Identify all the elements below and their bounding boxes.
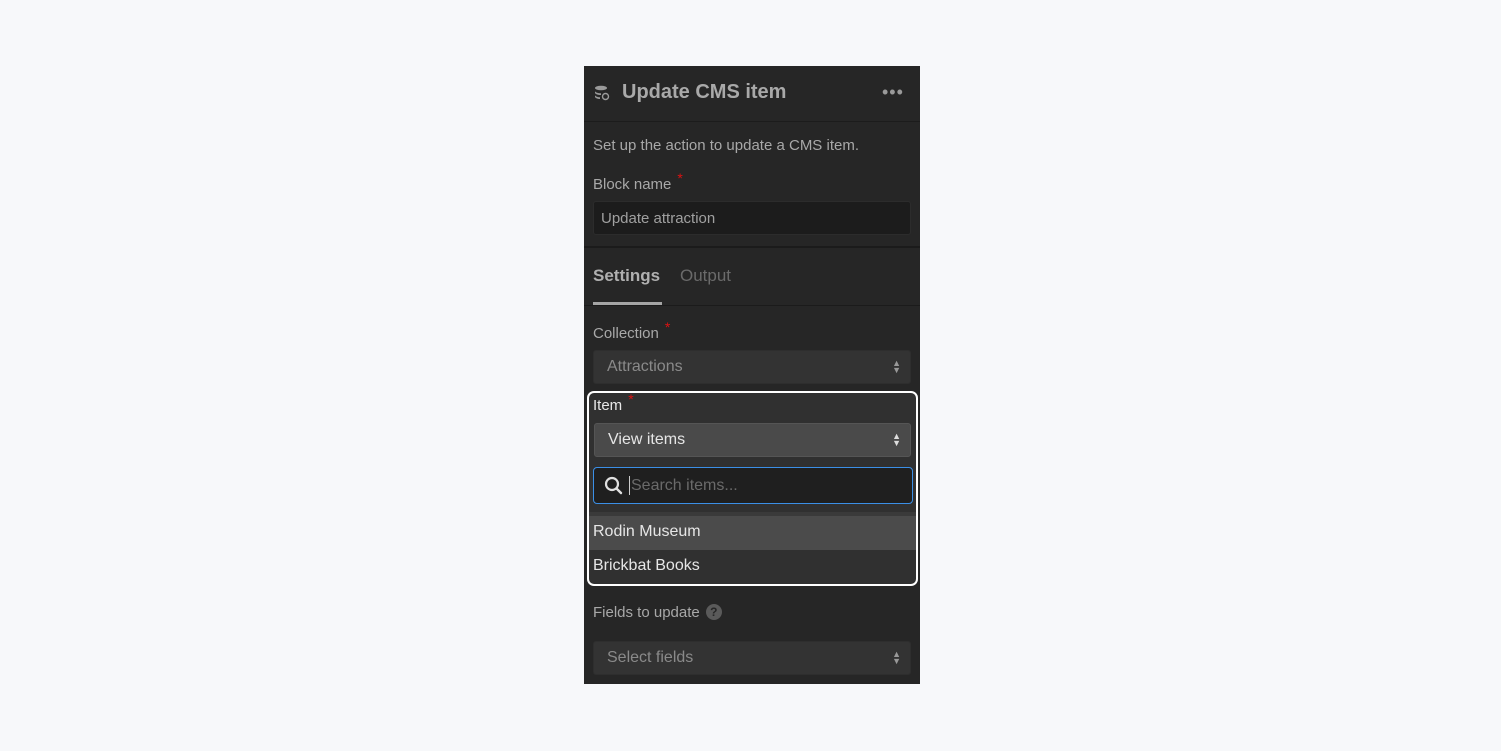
help-icon[interactable]: ?	[705, 604, 722, 620]
chevron-up-down-icon: ▲ ▼	[892, 649, 901, 666]
collection-label: Collection *	[593, 319, 670, 342]
tab-output[interactable]: Output	[680, 266, 731, 286]
item-label: Item *	[593, 393, 634, 414]
item-select[interactable]: View items ▲ ▼	[594, 423, 911, 457]
item-field-highlight: Item * View items ▲ ▼ Search items... Rodin…	[587, 391, 918, 586]
list-item[interactable]: Brickbat Books	[589, 550, 916, 584]
select-value: Select fields	[607, 649, 694, 666]
label-text: Item	[593, 397, 623, 414]
list-item[interactable]: Rodin Museum	[589, 516, 916, 550]
panel-header: Update CMS item •••	[584, 66, 920, 122]
panel-title: Update CMS item	[622, 81, 787, 103]
select-value: Attractions	[607, 358, 683, 375]
divider	[584, 246, 920, 248]
divider	[584, 305, 920, 306]
required-marker: *	[628, 391, 634, 407]
required-marker: *	[677, 170, 683, 186]
block-name-input[interactable]: Update attraction	[593, 201, 911, 235]
update-cms-item-panel: Update CMS item ••• Set up the action to…	[584, 66, 920, 684]
collection-select[interactable]: Attractions ▲ ▼	[593, 350, 911, 384]
fields-select[interactable]: Select fields ▲ ▼	[593, 641, 911, 675]
tab-settings[interactable]: Settings	[593, 266, 660, 286]
text-cursor	[629, 476, 630, 495]
chevron-up-down-icon: ▲ ▼	[892, 358, 901, 375]
chevron-up-down-icon: ▲ ▼	[892, 431, 901, 448]
panel-description: Set up the action to update a CMS item.	[593, 137, 859, 154]
required-marker: *	[664, 319, 671, 335]
search-placeholder: Search items...	[631, 477, 738, 494]
label-text: Collection	[593, 325, 659, 342]
search-icon	[604, 476, 623, 495]
more-horizontal-icon[interactable]: •••	[882, 82, 904, 103]
database-sync-icon	[595, 85, 610, 101]
fields-to-update-label: Fields to update?	[593, 604, 722, 621]
block-name-label: Block name *	[593, 170, 683, 193]
search-items-input[interactable]: Search items...	[593, 467, 913, 504]
label-text: Block name	[593, 176, 672, 193]
label-text: Fields to update	[593, 604, 700, 621]
select-value: View items	[608, 431, 686, 448]
